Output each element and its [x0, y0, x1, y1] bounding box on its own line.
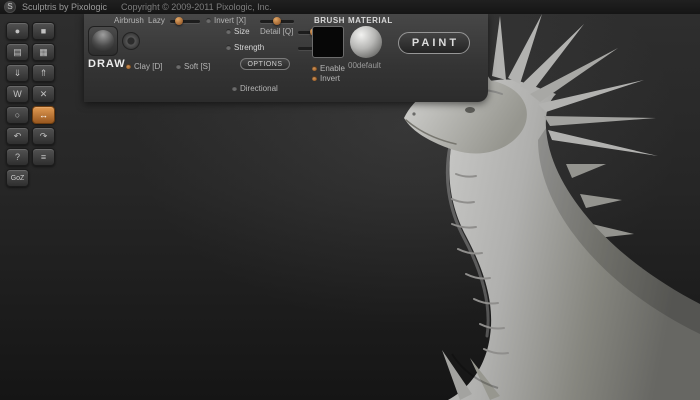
brush-ball-icon [92, 30, 114, 52]
material-name: 00default [348, 61, 381, 70]
new-sphere-button[interactable]: ● [6, 22, 29, 40]
dragon-neck-spikes [566, 164, 642, 268]
help-icon: ? [15, 152, 20, 162]
dragon-body [448, 79, 700, 400]
size-dot-icon [226, 29, 231, 34]
invert-slider[interactable] [260, 20, 294, 23]
sculptris-logo-icon: S [4, 1, 16, 13]
soft-radio[interactable]: Soft [S] [176, 62, 210, 72]
size-label: Size [226, 27, 250, 37]
wireframe-toggle-button[interactable]: W [6, 85, 29, 103]
options-toggle-button[interactable]: ○ [6, 106, 29, 124]
active-tool-name: DRAW [88, 58, 126, 70]
paint-mode-button[interactable]: PAINT [398, 32, 470, 54]
enable-dot-icon [312, 66, 317, 71]
app-title: Sculptris by Pixologic [22, 2, 107, 12]
brush-preview-button[interactable] [88, 26, 118, 56]
strength-dot-icon [226, 45, 231, 50]
options-button[interactable]: OPTIONS [240, 58, 290, 70]
dragon-highlight [447, 146, 488, 336]
import-button[interactable]: ⇓ [6, 64, 29, 82]
directional-toggle[interactable]: Directional [232, 84, 278, 94]
sphere-icon: ● [15, 26, 20, 36]
clay-radio[interactable]: Clay [D] [126, 62, 162, 72]
dragon-shading [538, 128, 700, 334]
copyright-text: Copyright © 2009-2011 Pixologic, Inc. [121, 2, 272, 12]
save-file-button[interactable]: ▦ [32, 43, 55, 61]
brush-settings-panel: Airbrush Lazy Invert [X] DRAW Clay [D] S… [84, 14, 488, 102]
dragon-claws [442, 350, 500, 400]
save-icon: ▦ [39, 47, 48, 58]
open-file-button[interactable]: ▤ [6, 43, 29, 61]
directional-dot-icon [232, 86, 237, 91]
undo-button[interactable]: ↶ [6, 127, 29, 145]
lazy-slider[interactable] [170, 20, 200, 23]
dragon-belly-ridges [452, 174, 508, 354]
redo-icon: ↷ [40, 131, 48, 142]
goz-button[interactable]: GoZ [6, 169, 29, 187]
lazy-slider-handle[interactable] [175, 17, 183, 25]
symmetry-toggle-button[interactable]: ↔ [32, 106, 55, 124]
invert-x-toggle[interactable]: Invert [X] [206, 16, 246, 26]
menu-icon: ≡ [41, 152, 46, 162]
enable-toggle[interactable]: Enable [312, 64, 345, 74]
help-button[interactable]: ? [6, 148, 29, 166]
invert-x-dot-icon [206, 18, 211, 23]
import-icon: ⇓ [14, 68, 22, 79]
airbrush-toggle[interactable]: Airbrush [114, 16, 144, 26]
menu-button[interactable]: ≡ [32, 148, 55, 166]
invert-slider-handle[interactable] [273, 17, 281, 25]
soft-dot-icon [176, 64, 181, 69]
lazy-toggle[interactable]: Lazy [148, 16, 165, 26]
titlebar: S Sculptris by Pixologic Copyright © 200… [0, 0, 700, 14]
export-button[interactable]: ⇑ [32, 64, 55, 82]
material-sphere-preview[interactable] [350, 26, 382, 58]
mask-icon: ✕ [40, 89, 48, 100]
detail-label: Detail [Q] [260, 27, 293, 37]
brush-header: BRUSH [314, 16, 345, 25]
new-plane-button[interactable]: ■ [32, 22, 55, 40]
symmetry-icon: ↔ [39, 110, 48, 120]
brush-texture-swatch[interactable] [312, 26, 344, 58]
sidebar-toolbox: ● ■ ▤ ▦ ⇓ ⇑ W ✕ ○ ↔ ↶ ↷ ? ≡ GoZ [6, 22, 60, 190]
clay-dot-icon [126, 64, 131, 69]
plane-icon: ■ [41, 26, 46, 36]
redo-button[interactable]: ↷ [32, 127, 55, 145]
invert-dot-icon [312, 76, 317, 81]
strength-label: Strength [226, 43, 264, 53]
options-icon: ○ [15, 110, 20, 120]
invert-toggle[interactable]: Invert [312, 74, 340, 84]
sculptris-app-window: S Sculptris by Pixologic Copyright © 200… [0, 0, 700, 400]
mask-toggle-button[interactable]: ✕ [32, 85, 55, 103]
material-header: MATERIAL [348, 16, 393, 25]
export-icon: ⇑ [40, 68, 48, 79]
wireframe-icon: W [13, 89, 22, 99]
lazy-rope-icon[interactable] [122, 32, 140, 50]
open-icon: ▤ [13, 47, 22, 58]
undo-icon: ↶ [14, 131, 22, 142]
